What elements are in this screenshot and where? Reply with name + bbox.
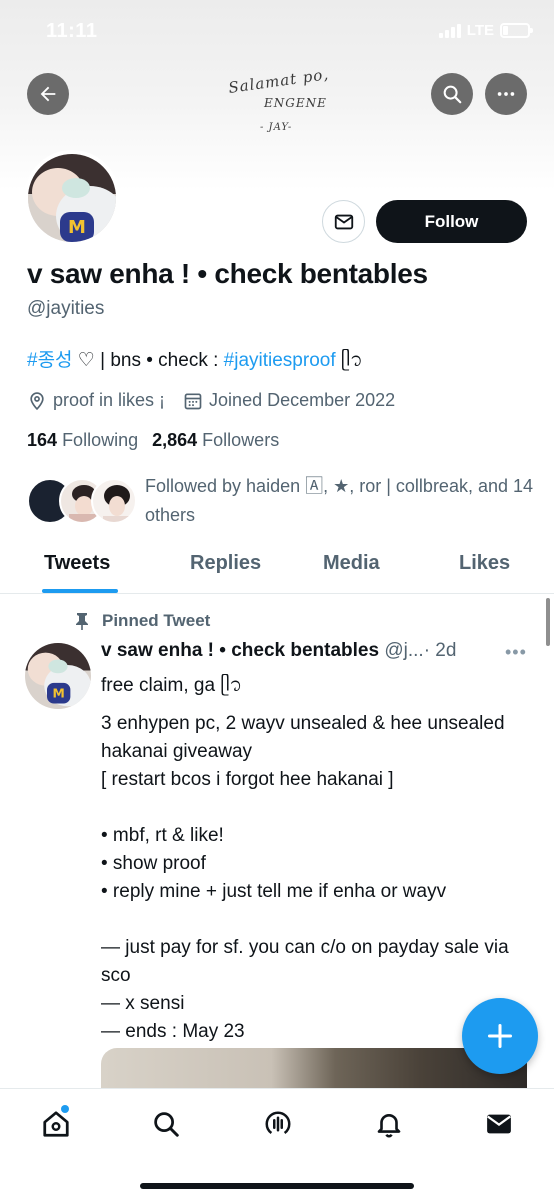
followers-label: Followers [202, 430, 280, 450]
followed-by-text: Followed by haiden 🄰, ★, ror | collbreak… [145, 476, 534, 525]
tweet-header: v saw enha ! • check bentables @j...· 2d [101, 640, 541, 662]
svg-text:M: M [68, 217, 86, 238]
more-icon [497, 92, 515, 96]
compose-tweet-button[interactable] [462, 998, 538, 1074]
location-text: proof in likes ¡ [53, 390, 166, 410]
tweet-line: 3 enhypen pc, 2 wayv unsealed & hee unse… [101, 713, 505, 762]
pin-icon [76, 613, 88, 630]
profile-bio: #종성 ♡ | bns • check : #jayitiesproof ᥫ᭡ [27, 345, 363, 380]
tweet-author-avatar[interactable]: M [25, 643, 91, 709]
bottom-nav [0, 1088, 554, 1200]
follow-stats: 164 Following 2,864 Followers [27, 430, 279, 451]
tweet-line: • mbf, rt & like! [101, 825, 224, 846]
mail-icon [334, 214, 353, 229]
home-indicator [140, 1183, 414, 1189]
scrollbar[interactable] [546, 598, 550, 646]
tweet-line: [ restart bcos i forgot hee hakanai ] [101, 769, 394, 790]
bio-emoji: ᥫ᭡ [335, 350, 363, 371]
joined-text: Joined December 2022 [209, 390, 396, 410]
location-icon [30, 391, 44, 410]
tab-likes[interactable]: Likes [459, 552, 510, 575]
battery-icon [500, 23, 533, 38]
pinned-text: Pinned Tweet [102, 611, 211, 630]
tweet-line: — ends : May 23 [101, 1021, 245, 1042]
profile-handle: @jayities [27, 298, 105, 319]
tab-replies[interactable]: Replies [190, 552, 261, 575]
banner-line-2: ENGENE [264, 96, 327, 110]
signal-icon [438, 23, 461, 38]
active-tab-indicator [42, 589, 118, 593]
tweet-time: · 2d [423, 640, 457, 661]
mutual-avatar [91, 478, 137, 524]
svg-text:M: M [53, 686, 65, 700]
bio-hashtag-link[interactable]: #종성 [27, 350, 73, 371]
tweet-author-handle: @j... [384, 640, 424, 661]
banner-line-1: Salamat po, [227, 65, 331, 97]
banner-handwriting: Salamat po, ENGENE - JAY- [220, 65, 370, 146]
pinned-label: Pinned Tweet [74, 611, 210, 631]
location-item: proof in likes ¡ [27, 390, 165, 411]
status-bar: 11:11 LTE [0, 0, 554, 66]
followed-by-row[interactable]: Followed by haiden 🄰, ★, ror | collbreak… [27, 470, 537, 530]
tweet-avatar-image: M [25, 643, 91, 709]
status-indicators: LTE [438, 22, 533, 39]
profile-tabs: Tweets Replies Media Likes [0, 542, 554, 594]
tweet-author-name[interactable]: v saw enha ! • check bentables [101, 640, 379, 661]
nav-home[interactable] [39, 1107, 73, 1141]
network-label: LTE [466, 22, 494, 39]
tweet-media[interactable] [101, 1048, 527, 1090]
nav-notifications[interactable] [372, 1107, 406, 1141]
tweet-body: free claim, ga ᥫ᭡ 3 enhypen pc, 2 wayv u… [101, 672, 521, 1046]
following-link[interactable]: 164 Following [27, 430, 138, 451]
nav-messages[interactable] [482, 1107, 516, 1141]
nav-spaces[interactable] [261, 1107, 295, 1141]
tweet-line: — just pay for sf. you can c/o on payday… [101, 937, 509, 986]
search-button[interactable] [431, 73, 473, 115]
following-count: 164 [27, 430, 58, 450]
following-label: Following [62, 430, 139, 450]
tweet-more-button[interactable]: ••• [505, 642, 527, 663]
home-icon [43, 1111, 69, 1137]
tweet-line: — x sensi [101, 993, 185, 1014]
messages-icon [487, 1114, 511, 1134]
display-name: v saw enha ! • check bentables [27, 258, 428, 289]
nav-search[interactable] [149, 1107, 183, 1141]
tweet-line: • reply mine + just tell me if enha or w… [101, 881, 447, 902]
profile-meta: proof in likes ¡ Joined December 2022 [27, 390, 413, 411]
mutual-avatars [27, 478, 137, 524]
bell-icon [377, 1114, 401, 1138]
search-icon [154, 1112, 179, 1137]
tweet-line: free claim, ga ᥫ᭡ [101, 675, 243, 696]
profile-avatar[interactable]: M [24, 150, 120, 246]
banner-line-3: - JAY- [260, 122, 293, 133]
more-button[interactable] [485, 73, 527, 115]
joined-item: Joined December 2022 [183, 390, 395, 411]
followers-count: 2,864 [152, 430, 198, 450]
back-arrow-icon [40, 86, 56, 102]
plus-icon [487, 1023, 513, 1049]
bio-text: ♡ | bns • check : [72, 350, 224, 371]
message-button[interactable] [322, 200, 365, 243]
status-time: 11:11 [46, 20, 98, 42]
tweet-line: • show proof [101, 853, 206, 874]
tab-media[interactable]: Media [323, 552, 380, 575]
search-icon [443, 85, 462, 104]
calendar-icon [184, 393, 202, 409]
spaces-icon [265, 1111, 291, 1135]
avatar-image: M [28, 154, 116, 242]
bio-hashtag-link[interactable]: #jayitiesproof [224, 350, 336, 371]
back-button[interactable] [27, 73, 69, 115]
tab-tweets[interactable]: Tweets [44, 552, 110, 575]
followers-link[interactable]: 2,864 Followers [152, 430, 279, 451]
notification-dot [61, 1105, 69, 1113]
follow-button[interactable]: Follow [376, 200, 527, 243]
